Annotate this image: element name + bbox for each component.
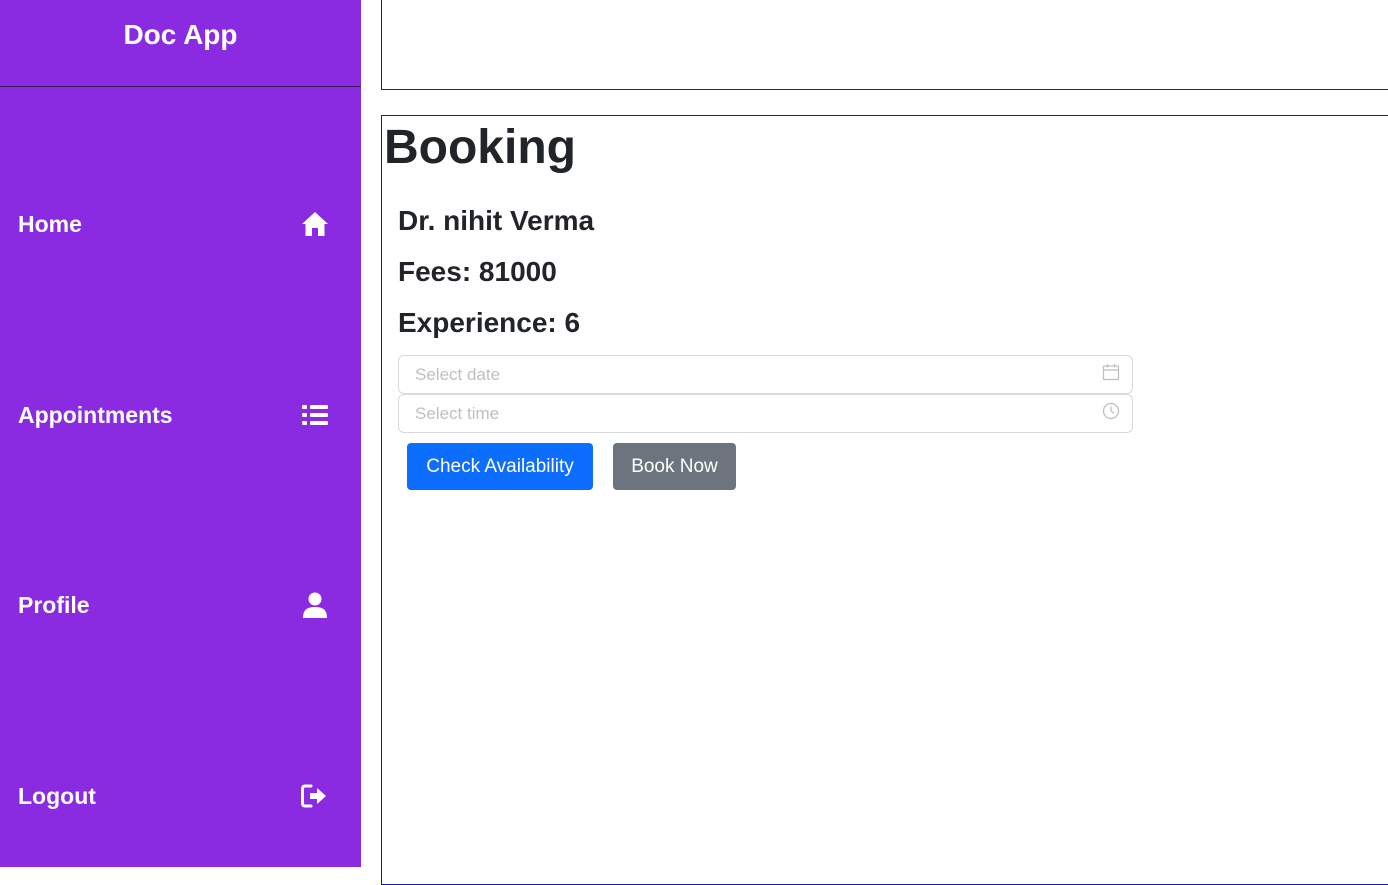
doctor-fees: Fees: 81000 [398, 256, 557, 287]
check-availability-button[interactable]: Check Availability [407, 443, 593, 490]
sidebar-item-logout[interactable]: Logout [0, 776, 361, 816]
sidebar-item-label: Logout [18, 782, 96, 809]
doctor-name: Dr. nihit Verma [398, 205, 595, 236]
sidebar-item-appointments[interactable]: Appointments [0, 395, 361, 435]
user-icon [301, 591, 329, 619]
list-icon [301, 401, 329, 429]
time-picker[interactable] [398, 394, 1133, 433]
app-title: Doc App [0, 0, 361, 87]
time-input[interactable] [413, 402, 1102, 425]
sidebar-item-profile[interactable]: Profile [0, 585, 361, 625]
logout-icon [301, 782, 329, 810]
booking-panel: Booking Dr. nihit Verma Fees: 81000 Expe… [381, 115, 1388, 885]
sidebar-item-label: Home [18, 210, 82, 237]
book-now-button[interactable]: Book Now [613, 443, 736, 490]
doctor-experience: Experience: 6 [398, 307, 581, 338]
calendar-icon[interactable] [1102, 363, 1120, 386]
date-input[interactable] [413, 363, 1102, 386]
header-panel [381, 0, 1388, 90]
sidebar-item-label: Profile [18, 591, 90, 618]
date-picker[interactable] [398, 355, 1133, 394]
sidebar: Doc App Home Appointments Profile Logout [0, 0, 361, 867]
page-title: Booking [384, 121, 576, 174]
sidebar-item-home[interactable]: Home [0, 204, 361, 244]
clock-icon[interactable] [1102, 402, 1120, 425]
sidebar-item-label: Appointments [18, 401, 173, 428]
home-icon [301, 210, 329, 238]
